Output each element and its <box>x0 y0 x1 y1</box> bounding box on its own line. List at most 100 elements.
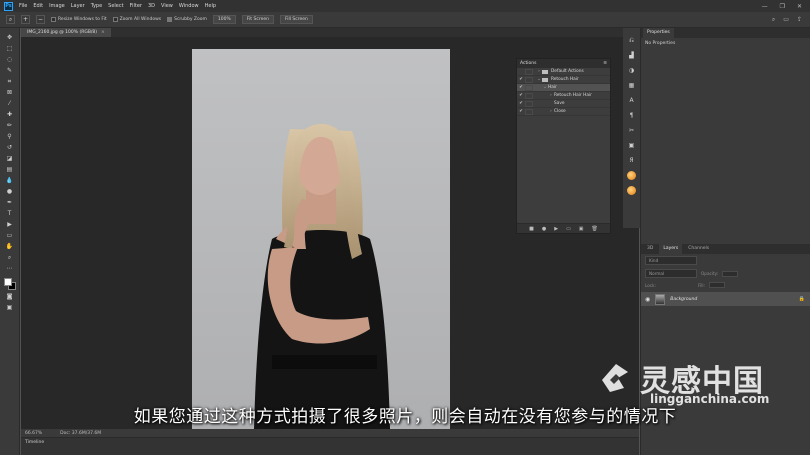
zoom-readout[interactable]: 66.67% <box>25 431 42 436</box>
blend-mode-select[interactable]: Normal <box>645 269 697 278</box>
dialog-toggle[interactable] <box>525 84 533 91</box>
libraries-icon[interactable]: ▦ <box>627 81 636 90</box>
zoom-all-checkbox[interactable]: Zoom All Windows <box>112 17 161 22</box>
stop-icon[interactable]: ■ <box>529 226 534 232</box>
path-select-icon[interactable]: ▶ <box>4 221 16 229</box>
marquee-tool-icon[interactable]: ⬚ <box>4 45 16 53</box>
fill-screen-button[interactable]: Fill Screen <box>279 15 313 24</box>
histogram-icon[interactable]: ▟ <box>627 51 636 60</box>
document-photo[interactable] <box>192 49 450 429</box>
workspace-icon[interactable]: ▭ <box>783 16 789 24</box>
fill-field[interactable] <box>708 282 725 288</box>
navigator-icon[interactable]: ▣ <box>627 141 636 150</box>
menu-view[interactable]: View <box>161 3 173 9</box>
play-icon[interactable]: ▶ <box>554 226 558 232</box>
action-row-save[interactable]: ✔ Save <box>517 100 610 108</box>
dodge-tool-icon[interactable]: ● <box>4 188 16 196</box>
action-row-close[interactable]: ✔ › Close <box>517 108 610 116</box>
action-row-hair[interactable]: ✔ ⌄ Hair <box>517 84 610 92</box>
action-row-default-actions[interactable]: › Default Actions <box>517 68 610 76</box>
zoom-in-icon[interactable]: + <box>21 15 30 24</box>
blur-tool-icon[interactable]: 💧 <box>4 177 16 185</box>
restore-icon[interactable]: ❐ <box>780 3 785 10</box>
scrubby-zoom-checkbox[interactable]: Scrubby Zoom <box>167 17 207 22</box>
menu-select[interactable]: Select <box>108 3 123 9</box>
menu-type[interactable]: Type <box>91 3 102 9</box>
new-action-icon[interactable]: ▣ <box>579 226 584 232</box>
orange-ball-icon[interactable] <box>627 171 636 180</box>
history-icon[interactable]: ⎌ <box>627 36 636 45</box>
opacity-field[interactable] <box>722 270 739 277</box>
adjustments-icon[interactable]: ◑ <box>627 66 636 75</box>
frame-tool-icon[interactable]: ⊠ <box>4 89 16 97</box>
more-tools-icon[interactable]: ⋯ <box>4 265 16 273</box>
search-icon[interactable]: ⌕ <box>772 16 775 24</box>
tab-channels[interactable]: Channels <box>684 244 713 254</box>
eraser-tool-icon[interactable]: ◪ <box>4 155 16 163</box>
dialog-toggle[interactable] <box>525 92 533 99</box>
menu-help[interactable]: Help <box>205 3 216 9</box>
color-swatches[interactable] <box>3 278 16 290</box>
move-tool-icon[interactable]: ✥ <box>4 34 16 42</box>
brush-tool-icon[interactable]: ✏ <box>4 122 16 130</box>
tab-properties[interactable]: Properties <box>643 28 674 38</box>
paragraph-icon[interactable]: ¶ <box>627 111 636 120</box>
pen-tool-icon[interactable]: ✒ <box>4 199 16 207</box>
menu-layer[interactable]: Layer <box>71 3 85 9</box>
orange-ball-icon[interactable] <box>627 186 636 195</box>
lock-icon[interactable]: 🔒 <box>799 296 805 302</box>
action-check[interactable]: ✔ <box>517 101 525 106</box>
zoom-tool-icon[interactable]: ⌕ <box>4 254 16 262</box>
record-icon[interactable]: ● <box>542 226 546 232</box>
hand-tool-icon[interactable]: ✋ <box>4 243 16 251</box>
tab-3d[interactable]: 3D <box>643 244 657 254</box>
tab-layers[interactable]: Layers <box>659 244 683 254</box>
menu-file[interactable]: File <box>19 3 27 9</box>
clone-stamp-icon[interactable]: ⚲ <box>4 133 16 141</box>
quick-select-tool-icon[interactable]: ✎ <box>4 67 16 75</box>
document-tab[interactable]: IMG_2160.jpg @ 100% (RGB/8) × <box>21 28 111 37</box>
character-icon[interactable]: A <box>627 96 636 105</box>
menu-window[interactable]: Window <box>179 3 199 9</box>
action-row-retouch-hair-hair[interactable]: ✔ › Retouch Hair Hair <box>517 92 610 100</box>
share-icon[interactable]: ⇪ <box>797 16 802 24</box>
new-set-icon[interactable]: ▭ <box>566 226 571 232</box>
action-row-retouch-hair[interactable]: ✔ ⌄ Retouch Hair <box>517 76 610 84</box>
minimize-icon[interactable]: — <box>762 3 768 10</box>
menu-3d[interactable]: 3D <box>148 3 155 9</box>
gradient-tool-icon[interactable]: ▤ <box>4 166 16 174</box>
screen-mode-icon[interactable]: ▣ <box>4 304 16 312</box>
trash-icon[interactable]: 🗑 <box>592 226 598 232</box>
eye-icon[interactable]: ◉ <box>645 296 650 303</box>
crop-tool-icon[interactable]: ⌗ <box>4 78 16 86</box>
timeline-tab[interactable]: Timeline <box>21 438 639 447</box>
type-tool-icon[interactable]: T <box>4 210 16 218</box>
resize-windows-checkbox[interactable]: Resize Windows to Fit <box>51 17 107 22</box>
zoom-percent-button[interactable]: 100% <box>212 15 236 24</box>
glyphs-icon[interactable]: Я <box>627 156 636 165</box>
lasso-tool-icon[interactable]: ◌ <box>4 56 16 64</box>
zoom-tool-icon[interactable]: ⌕ <box>6 15 15 24</box>
quick-mask-icon[interactable]: ◙ <box>4 293 16 301</box>
history-brush-icon[interactable]: ↺ <box>4 144 16 152</box>
layer-kind-filter[interactable]: Kind <box>645 256 697 265</box>
fit-screen-button[interactable]: Fit Screen <box>241 15 274 24</box>
close-icon[interactable]: ✕ <box>797 3 802 10</box>
action-check[interactable]: ✔ <box>517 85 525 90</box>
action-check[interactable]: ✔ <box>517 109 525 114</box>
panel-menu-icon[interactable]: ≡ <box>603 61 607 66</box>
close-icon[interactable]: × <box>101 30 105 35</box>
dialog-toggle[interactable] <box>525 108 533 115</box>
action-check[interactable]: ✔ <box>517 93 525 98</box>
dialog-toggle[interactable] <box>525 68 533 75</box>
dialog-toggle[interactable] <box>525 100 533 107</box>
foreground-color-swatch[interactable] <box>3 278 12 286</box>
dialog-toggle[interactable] <box>525 76 533 83</box>
healing-brush-icon[interactable]: ✚ <box>4 111 16 119</box>
menu-edit[interactable]: Edit <box>33 3 43 9</box>
action-check[interactable]: ✔ <box>517 77 525 82</box>
actions-panel-title[interactable]: Actions <box>520 61 536 66</box>
layer-row-background[interactable]: ◉ Background 🔒 <box>641 292 810 306</box>
menu-image[interactable]: Image <box>49 3 65 9</box>
eyedropper-tool-icon[interactable]: ⁄ <box>4 100 16 108</box>
